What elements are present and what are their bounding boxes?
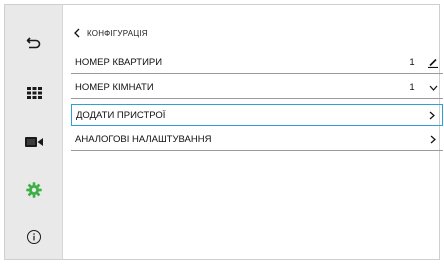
row-value: 1 [409,82,415,93]
chevron-right-icon [423,129,443,150]
chevron-down-icon[interactable] [423,77,443,98]
back-button[interactable] [5,23,63,63]
screen-frame: КОНФІГУРАЦІЯ НОМЕР КВАРТИРИ 1 НОМЕР КІМН… [4,4,443,260]
row-label: НОМЕР КВАРТИРИ [75,57,163,68]
main-panel: КОНФІГУРАЦІЯ НОМЕР КВАРТИРИ 1 НОМЕР КІМН… [63,5,443,259]
settings-row-analog-settings[interactable]: АНАЛОГОВІ НАЛАШТУВАННЯ [71,129,443,151]
row-value: 1 [409,57,415,68]
camera-icon [25,136,43,148]
sidebar [5,5,63,259]
page-title: КОНФІГУРАЦІЯ [87,28,148,38]
return-icon [26,36,42,50]
row-label: ДОДАТИ ПРИСТРОЇ [76,109,166,121]
settings-button[interactable] [5,170,63,210]
menu-grid-button[interactable] [5,73,63,113]
settings-row-apartment-number[interactable]: НОМЕР КВАРТИРИ 1 [71,52,443,74]
breadcrumb: КОНФІГУРАЦІЯ [73,23,148,43]
grid-icon [26,87,42,99]
chevron-left-icon [74,28,80,38]
header-back-button[interactable] [73,28,81,38]
edit-icon[interactable] [423,52,443,73]
info-button[interactable] [5,217,63,257]
settings-row-room-number[interactable]: НОМЕР КІМНАТИ 1 [71,77,443,99]
camera-button[interactable] [5,122,63,162]
row-label: АНАЛОГОВІ НАЛАШТУВАННЯ [75,134,212,145]
gear-icon [26,182,42,198]
row-label: НОМЕР КІМНАТИ [75,82,154,93]
chevron-right-icon [422,105,442,125]
settings-row-add-devices[interactable]: ДОДАТИ ПРИСТРОЇ [71,104,443,126]
info-icon [26,229,42,245]
